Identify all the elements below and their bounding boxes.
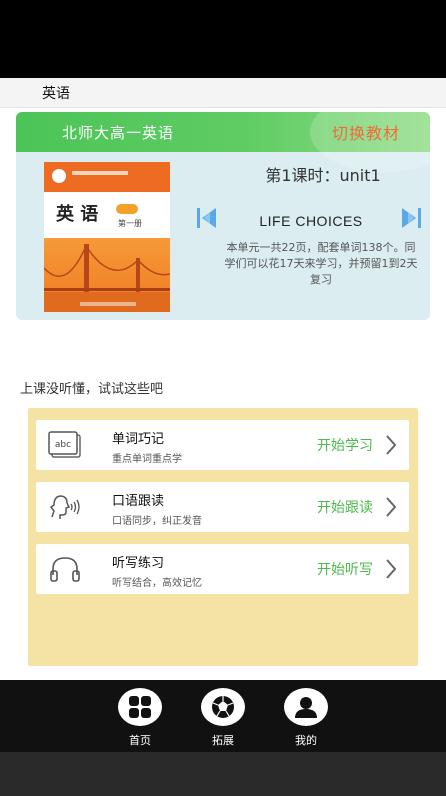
nav-label: 我的: [295, 734, 317, 747]
nav-label: 首页: [129, 734, 151, 747]
speaking-head-icon: [49, 495, 80, 519]
practice-item-title: 单词巧记: [112, 432, 165, 447]
practice-item-vocabulary[interactable]: abc 单词巧记 重点单词重点学 开始学习: [36, 420, 409, 470]
unit-name: LIFE CHOICES: [259, 213, 363, 229]
chevron-right-icon: [386, 435, 397, 455]
practice-item-subtitle: 听写结合，高效记忆: [112, 578, 202, 589]
cover-top-strip: [44, 162, 170, 192]
system-navigation-bar: [0, 752, 446, 796]
status-bar-area: [0, 0, 446, 78]
cover-title: 英 语: [56, 204, 99, 225]
headphones-icon: [50, 557, 80, 582]
chevron-right-icon: [386, 559, 397, 579]
unit-description: 本单元一共22页，配套单词138个。同学们可以花17天来学习，并预留1到2天复习: [224, 241, 418, 286]
textbook-card: 北师大高一英语 切换教材 英 语 第一册 第1课时：unit1 LIFE CHO…: [16, 112, 430, 320]
cover-publisher-line: [72, 171, 128, 175]
practice-prompt: 上课没听懂，试试这些吧: [20, 382, 164, 397]
nav-icon-circle: [284, 688, 328, 726]
practice-item-speaking[interactable]: 口语跟读 口语同步，纠正发音 开始跟读: [36, 482, 409, 532]
nav-item-expand[interactable]: 拓展: [193, 688, 253, 748]
practice-item-dictation[interactable]: 听写练习 听写结合，高效记忆 开始听写: [36, 544, 409, 594]
bridge-illustration-icon: [44, 244, 170, 312]
next-unit-icon[interactable]: [400, 206, 422, 230]
svg-text:abc: abc: [55, 440, 71, 450]
publisher-logo-icon: [52, 169, 66, 183]
textbook-name: 北师大高一英语: [62, 124, 175, 142]
start-learning-button[interactable]: 开始学习: [317, 435, 373, 455]
abc-card-icon: abc: [48, 431, 81, 458]
chevron-right-icon: [386, 497, 397, 517]
practice-item-title: 口语跟读: [112, 494, 165, 509]
lesson-title: 第1课时：unit1: [265, 166, 381, 185]
nav-label: 拓展: [212, 734, 234, 747]
switch-textbook-button[interactable]: 切换教材: [332, 120, 400, 144]
cover-grade-badge: [116, 204, 138, 214]
nav-item-profile[interactable]: 我的: [276, 688, 336, 748]
practice-item-title: 听写练习: [112, 556, 165, 571]
ball-icon: [212, 696, 234, 718]
textbook-card-header: 北师大高一英语 切换教材: [16, 112, 430, 172]
practice-panel: abc 单词巧记 重点单词重点学 开始学习 口语跟读 口语同步，纠正发音 开始跟…: [28, 408, 418, 666]
cover-volume: 第一册: [118, 219, 142, 228]
practice-item-subtitle: 口语同步，纠正发音: [112, 516, 202, 527]
user-icon: [295, 697, 317, 718]
nav-icon-circle: [118, 688, 162, 726]
practice-item-subtitle: 重点单词重点学: [112, 454, 182, 465]
previous-unit-icon[interactable]: [196, 206, 218, 230]
cover-publisher-footer: [80, 302, 136, 306]
nav-icon-circle: [201, 688, 245, 726]
app-screen: 英语 北师大高一英语 切换教材 英 语 第一册 第1课时：unit1 LIFE …: [0, 78, 446, 680]
start-dictation-button[interactable]: 开始听写: [317, 559, 373, 579]
nav-item-home[interactable]: 首页: [110, 688, 170, 748]
home-grid-icon: [129, 696, 151, 718]
start-reading-button[interactable]: 开始跟读: [317, 497, 373, 517]
book-cover-image: 英 语 第一册: [44, 162, 170, 312]
page-title: 英语: [42, 86, 70, 102]
title-bar: 英语: [0, 78, 446, 108]
bottom-navigation: 首页 拓展 我的: [0, 680, 446, 752]
